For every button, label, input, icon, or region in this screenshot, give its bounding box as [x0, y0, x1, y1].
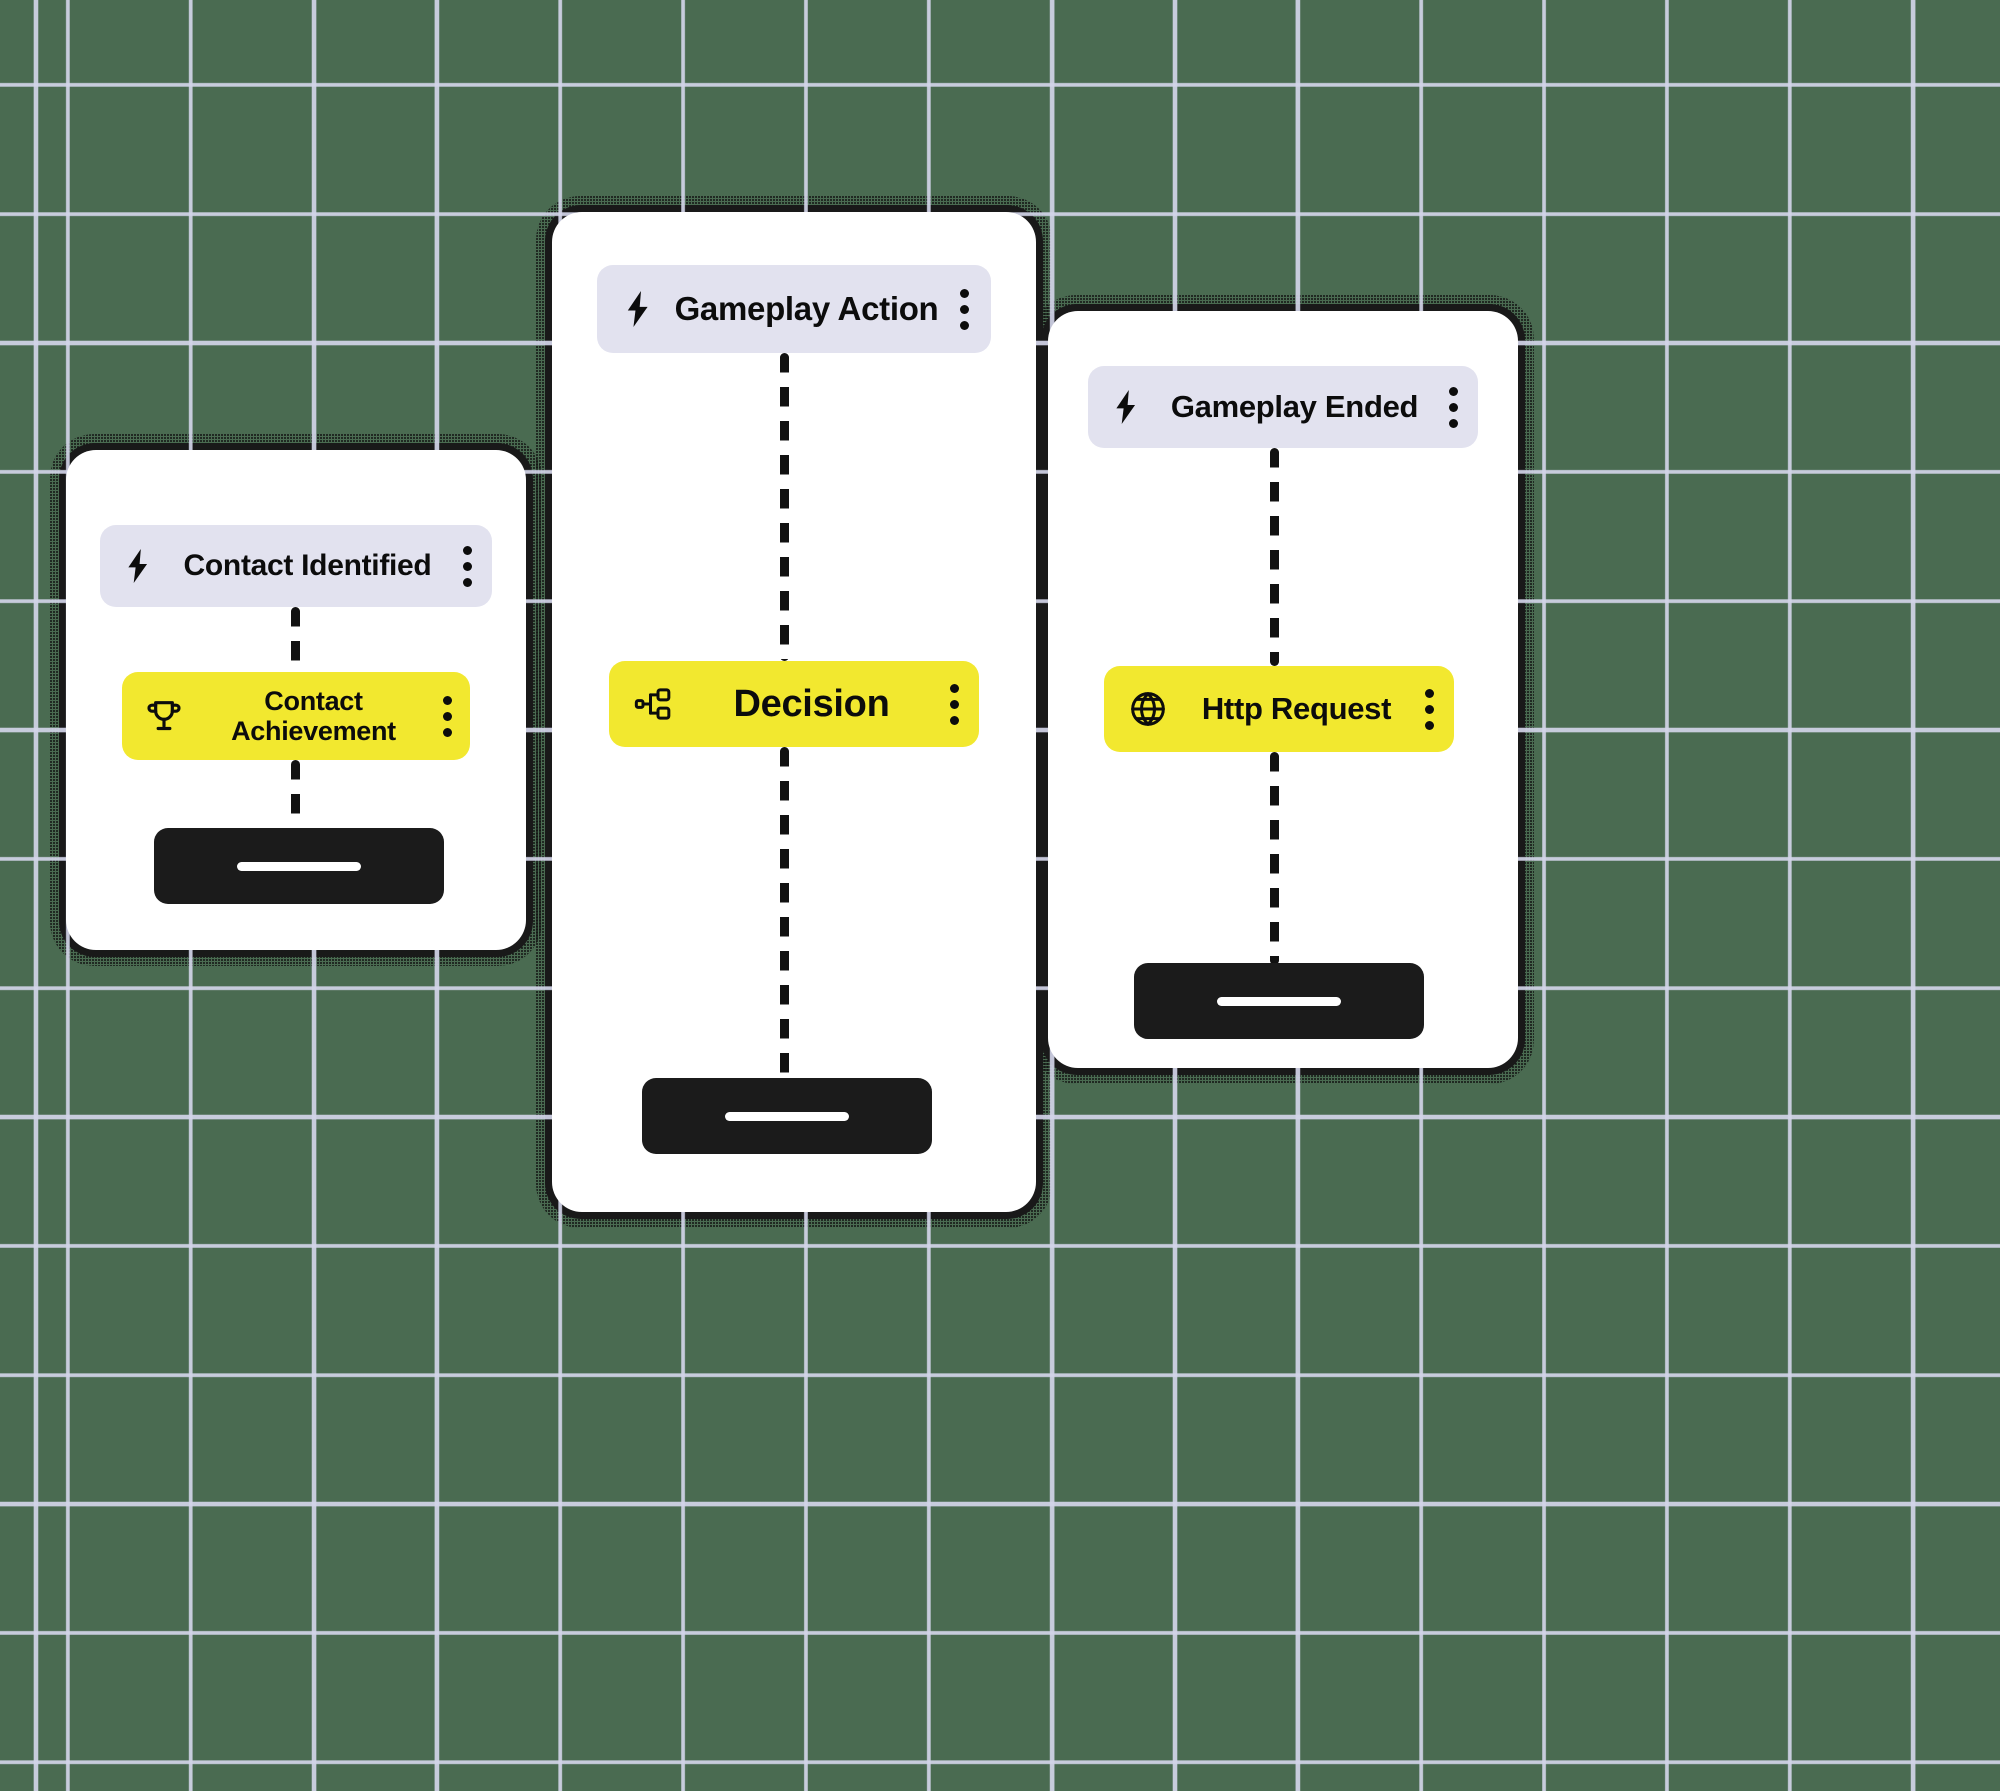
connector-dashed-line: [780, 747, 789, 1080]
placeholder-node[interactable]: [1134, 963, 1424, 1039]
workflow-card-gameplay-ended[interactable]: Gameplay Ended Http Request: [1041, 304, 1525, 1075]
kebab-menu-icon[interactable]: [443, 695, 452, 737]
placeholder-bar: [724, 1111, 850, 1121]
workflow-card-gameplay-action[interactable]: Gameplay Action Decision: [545, 205, 1043, 1219]
node-title: Contact Identified: [183, 549, 432, 583]
connector-dashed-line: [780, 353, 789, 661]
node-title: Contact Achievement: [231, 685, 396, 746]
kebab-menu-icon[interactable]: [1449, 386, 1458, 428]
node-title: Http Request: [1201, 690, 1392, 726]
node-contact-achievement[interactable]: Contact Achievement: [122, 672, 470, 760]
lightning-bolt-icon: [124, 549, 152, 583]
node-http-request[interactable]: Http Request: [1104, 666, 1454, 752]
kebab-menu-icon[interactable]: [463, 545, 472, 587]
node-gameplay-ended[interactable]: Gameplay Ended: [1088, 366, 1478, 448]
kebab-menu-icon[interactable]: [960, 288, 969, 330]
kebab-menu-icon[interactable]: [950, 683, 959, 725]
node-title: Gameplay Action: [674, 289, 939, 327]
connector-dashed-line: [1270, 752, 1279, 965]
placeholder-bar: [236, 861, 362, 871]
connector-dashed-line: [291, 607, 300, 672]
workflow-canvas[interactable]: Contact Identified Contact Achievement G…: [0, 0, 2000, 1791]
node-title: Decision: [733, 682, 890, 725]
trophy-icon: [144, 696, 184, 736]
placeholder-bar: [1216, 996, 1342, 1006]
kebab-menu-icon[interactable]: [1425, 688, 1434, 730]
placeholder-node[interactable]: [154, 828, 444, 904]
lightning-bolt-icon: [623, 291, 653, 327]
workflow-card-contact[interactable]: Contact Identified Contact Achievement: [59, 443, 533, 957]
placeholder-node[interactable]: [642, 1078, 932, 1154]
node-gameplay-action[interactable]: Gameplay Action: [597, 265, 991, 353]
globe-icon: [1128, 689, 1168, 729]
connector-dashed-line: [1270, 448, 1279, 666]
lightning-bolt-icon: [1112, 390, 1140, 424]
connector-dashed-line: [291, 760, 300, 830]
node-contact-identified[interactable]: Contact Identified: [100, 525, 492, 607]
node-decision[interactable]: Decision: [609, 661, 979, 747]
node-title: Gameplay Ended: [1170, 388, 1419, 424]
decision-branch-icon: [633, 684, 673, 724]
